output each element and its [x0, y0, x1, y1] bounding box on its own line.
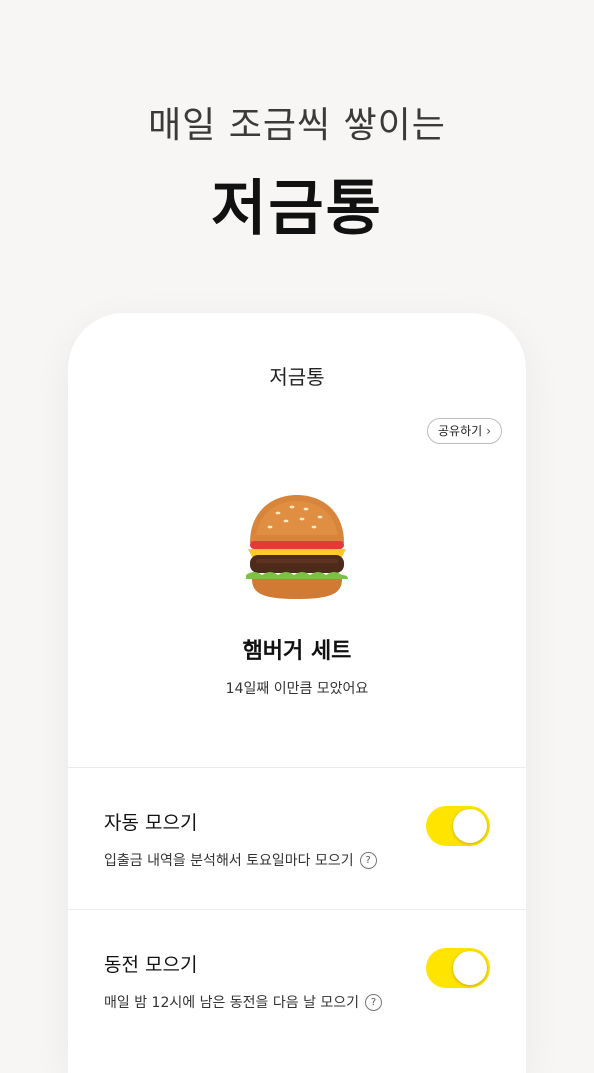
- chevron-right-icon: ›: [486, 424, 491, 438]
- item-subtitle: 14일째 이만큼 모았어요: [225, 681, 369, 697]
- screen-title: 저금통: [269, 365, 325, 389]
- share-button[interactable]: 공유하기 ›: [427, 418, 502, 444]
- setting-auto-save: 자동 모으기 입출금 내역을 분석해서 토요일마다 모으기 ?: [68, 768, 526, 908]
- toggle-knob: [453, 951, 487, 985]
- promo-headline: 매일 조금씩 쌓이는: [148, 105, 446, 146]
- phone-screen: 저금통 공유하기 › 햄버거 세트 14일째 이만큼 모았어요 자동 모으기 입: [68, 313, 526, 1073]
- promo-title: 저금통: [211, 174, 383, 244]
- setting-title: 동전 모으기: [104, 954, 198, 976]
- toggle-knob: [453, 809, 487, 843]
- setting-description-text: 매일 밤 12시에 남은 동전을 다음 날 모으기: [104, 995, 360, 1011]
- setting-description: 입출금 내역을 분석해서 토요일마다 모으기 ?: [104, 850, 377, 870]
- coin-save-toggle[interactable]: [426, 948, 490, 988]
- hamburger-icon: [246, 495, 348, 599]
- setting-description-text: 입출금 내역을 분석해서 토요일마다 모으기: [104, 853, 354, 869]
- question-icon[interactable]: ?: [365, 993, 383, 1011]
- question-icon[interactable]: ?: [359, 851, 377, 869]
- auto-save-toggle[interactable]: [426, 806, 490, 846]
- setting-title: 자동 모으기: [104, 812, 198, 834]
- share-button-label: 공유하기: [438, 424, 483, 438]
- setting-description: 매일 밤 12시에 남은 동전을 다음 날 모으기 ?: [104, 992, 383, 1012]
- item-name: 햄버거 세트: [242, 639, 352, 664]
- setting-coin-save: 동전 모으기 매일 밤 12시에 남은 동전을 다음 날 모으기 ?: [68, 910, 526, 1050]
